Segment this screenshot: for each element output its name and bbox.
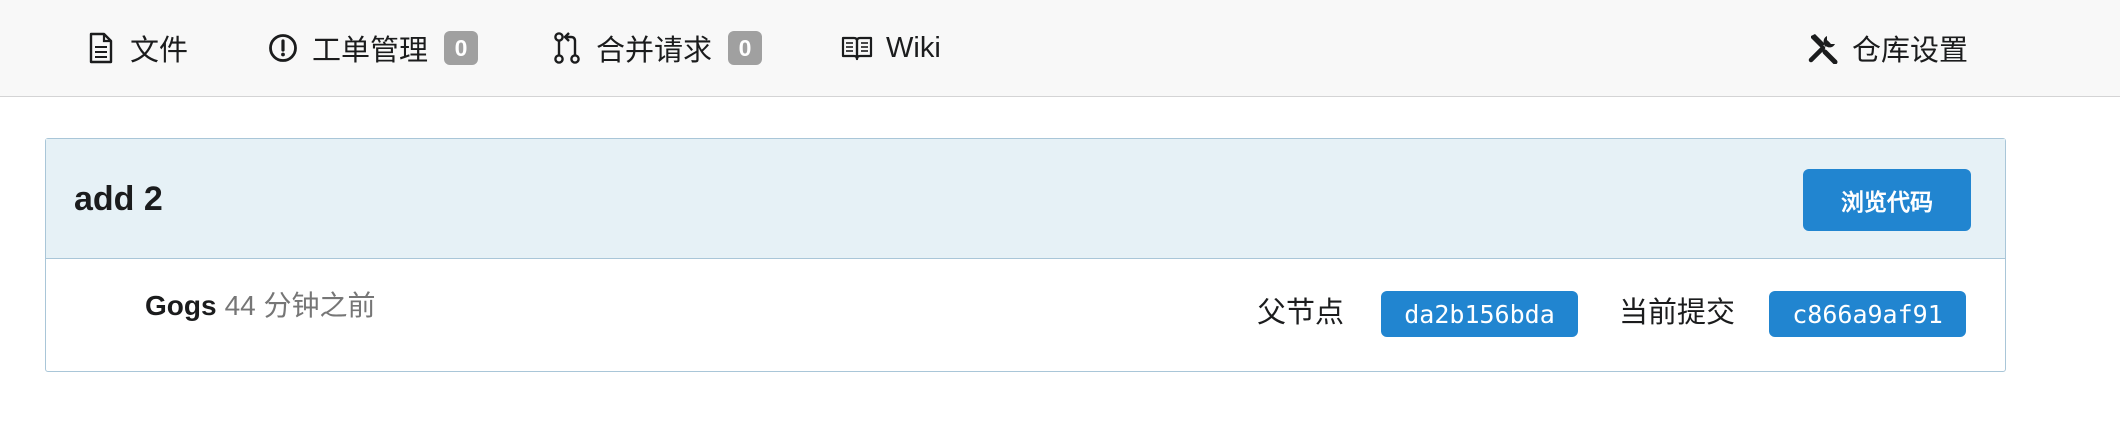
current-commit-label: 当前提交 — [1619, 297, 1736, 329]
commit-panel: add 2 浏览代码 Gogs 44 分钟之前 父节点 da2b156bda 当前… — [45, 138, 2006, 372]
tab-issues-label: 工单管理 — [312, 35, 429, 67]
tab-wiki[interactable]: Wiki — [840, 0, 941, 96]
tab-wiki-label: Wiki — [886, 31, 941, 64]
author-name[interactable]: Gogs — [145, 290, 217, 321]
tab-issues[interactable]: 工单管理 0 — [266, 0, 479, 96]
tab-pull-requests-label: 合并请求 — [596, 35, 713, 67]
current-sha-button[interactable]: c866a9af91 — [1769, 291, 1966, 337]
book-icon — [840, 31, 874, 65]
parent-sha-button[interactable]: da2b156bda — [1381, 291, 1578, 337]
tab-files[interactable]: 文件 — [84, 0, 188, 96]
parent-label: 父节点 — [1257, 297, 1345, 329]
tab-repo-settings[interactable]: 仓库设置 — [1806, 0, 1968, 96]
commit-header: add 2 浏览代码 — [46, 139, 2005, 259]
tab-files-label: 文件 — [130, 35, 189, 67]
tools-icon — [1806, 31, 1840, 65]
pulls-count-badge: 0 — [728, 31, 763, 65]
issue-opened-icon — [266, 31, 300, 65]
commit-time: 44 分钟之前 — [224, 290, 376, 321]
repo-tab-bar: 文件 工单管理 0 合并请求 0 Wiki 仓库设置 — [0, 0, 2120, 97]
browse-code-button[interactable]: 浏览代码 — [1803, 169, 1971, 231]
issues-count-badge: 0 — [444, 31, 479, 65]
commit-meta: Gogs 44 分钟之前 父节点 da2b156bda 当前提交 c866a9af… — [46, 259, 2005, 371]
commit-title: add 2 — [74, 180, 163, 218]
tab-repo-settings-label: 仓库设置 — [1852, 35, 1969, 67]
tab-pull-requests[interactable]: 合并请求 0 — [550, 0, 763, 96]
commit-author-info: Gogs 44 分钟之前 — [145, 289, 376, 323]
file-text-icon — [84, 31, 118, 65]
git-pull-request-icon — [550, 31, 584, 65]
